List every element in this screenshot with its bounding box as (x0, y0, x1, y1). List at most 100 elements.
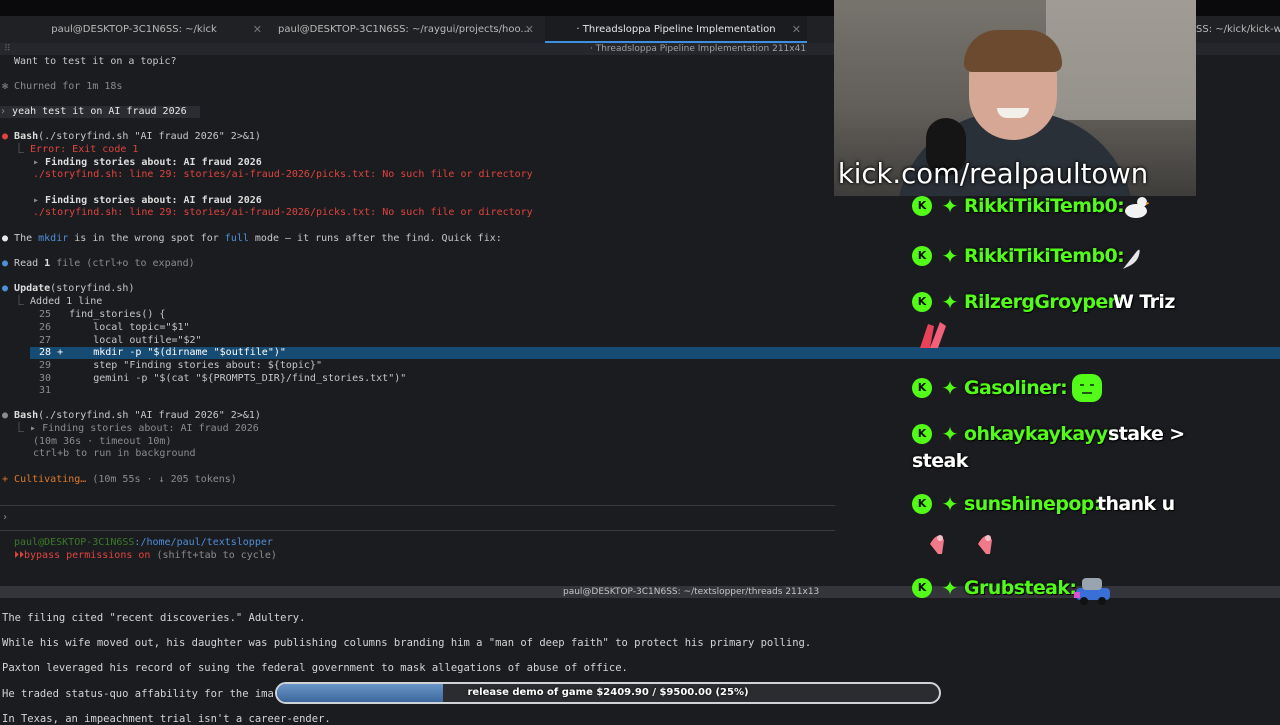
close-icon[interactable]: ✕ (253, 16, 262, 43)
bypass-status: ⏵⏵bypass permissions on (shift+tab to cy… (14, 550, 277, 562)
tab-label: paul@DESKTOP-3C1N6SS: ~/kick (51, 24, 217, 35)
code-line-added: 28 + mkdir -p "$(dirname "$outfile")" (39, 347, 286, 359)
chat-message: K ✦ sunshinepop: thank u (912, 490, 1272, 554)
chat-text: stake > (1108, 423, 1185, 445)
user-prompt-text: yeah test it on AI fraud 2026 (12, 106, 187, 117)
line-number: 27 (39, 335, 52, 346)
chat-message: K ✦ Gasoliner: (912, 374, 1272, 402)
find-line-1: ▸ Finding stories about: AI fraud 2026 (33, 157, 262, 169)
text: The (14, 233, 39, 244)
code-text: gemini -p "$(cat "${PROMPTS_DIR}/find_st… (69, 373, 407, 384)
output-line: He traded status-quo affability for the … (2, 688, 274, 700)
error-line-2: ./storyfind.sh: line 29: stories/ai-frau… (33, 207, 533, 218)
cultivating-text: Cultivating… (14, 474, 87, 485)
chat-text: W Triz (1113, 291, 1175, 313)
status-dot-icon: ● (2, 283, 15, 294)
donation-goal-label: release demo of game $2409.90 / $9500.00… (467, 687, 749, 698)
tab-raygui[interactable]: paul@DESKTOP-3C1N6SS: ~/raygui/projects/… (268, 16, 540, 43)
chat-username: RikkiTikiTemb0: (964, 245, 1125, 267)
code-text: local topic="$1" (69, 322, 190, 333)
code-line: 31 (39, 385, 51, 397)
code-line: 30 gemini -p "$(cat "${PROMPTS_DIR}/find… (39, 373, 406, 385)
kick-badge-icon: K (912, 246, 932, 266)
code-line: 25 find_stories() { (39, 309, 165, 321)
shell-user: paul@DESKTOP-3C1N6SS (14, 537, 135, 548)
status-dot-icon: ● (2, 410, 15, 421)
line-number: 30 (39, 373, 52, 384)
kick-badge-icon: K (912, 424, 932, 444)
bash2-find: ⎿ ▸ Finding stories about: AI fraud 2026 (14, 423, 259, 435)
input-divider-top (0, 505, 835, 506)
chat-username: ohkaykaykayy: (964, 423, 1115, 445)
output-line: The filing cited "recent discoveries." A… (2, 612, 306, 624)
clapping-hands-emote-icon (920, 322, 946, 348)
tab-threadsloppa[interactable]: · Threadsloppa Pipeline Implementation ✕ (545, 16, 807, 43)
close-icon[interactable]: ✕ (525, 16, 534, 43)
spinner-icon: + (2, 474, 15, 485)
chat-username: sunshinepop: (964, 493, 1101, 515)
output-line: While his wife moved out, his daughter w… (2, 637, 812, 649)
tab-kick[interactable]: paul@DESKTOP-3C1N6SS: ~/kick ✕ (0, 16, 268, 43)
feather-emote-icon (1123, 249, 1140, 269)
tree-branch-icon: ⎿ (14, 296, 31, 307)
bypass-hint: (shift+tab to cycle) (150, 550, 277, 561)
line-number: 25 (39, 309, 52, 320)
chat-overlay: K ✦ RikkiTikiTemb0: K ✦ RikkiTikiTemb0: … (912, 190, 1272, 620)
sparkle-badge-icon: ✦ (941, 194, 959, 218)
pane-title: paul@DESKTOP-3C1N6SS: ~/textslopper/thre… (563, 587, 820, 597)
error-text: Error: Exit code 1 (30, 144, 139, 155)
tool-args: (./storyfind.sh "AI fraud 2026" 2>&1) (38, 131, 261, 142)
assistant-question: Want to test it on a topic? (14, 56, 177, 67)
code-text: find_stories() { (69, 309, 166, 320)
text: mode — it runs after the find. Quick fix… (248, 233, 502, 244)
line-number: 28 (39, 347, 52, 358)
added-text: Added 1 line (30, 296, 103, 307)
error-line-1: ./storyfind.sh: line 29: stories/ai-frau… (33, 169, 533, 180)
bypass-label: bypass permissions on (24, 550, 151, 561)
cultivating-status: + Cultivating… (10m 55s · ↓ 205 tokens) (2, 474, 237, 486)
chat-message: K ✦ ohkaykaykayy: stake > steak (912, 420, 1272, 472)
assistant-explanation: ● The mkdir is in the wrong spot for ful… (2, 233, 502, 245)
code-line: 26 local topic="$1" (39, 322, 190, 334)
kick-badge-icon: K (912, 578, 932, 598)
update-call: ● Update(storyfind.sh) (2, 283, 134, 295)
tree-branch-icon: ⎿ ▸ (14, 423, 43, 434)
diff-plus-marker: + (57, 347, 64, 358)
input-divider-bottom (0, 530, 835, 531)
sparkle-badge-icon: ✦ (941, 492, 959, 516)
input-cursor[interactable]: › (2, 512, 8, 524)
chat-message: K ✦ RikkiTikiTemb0: (912, 192, 1272, 220)
line-number: 31 (39, 385, 52, 396)
shell-path: :/home/paul/textslopper (134, 537, 273, 548)
kick-badge-icon: K (912, 196, 932, 216)
spark-icon: ✻ (2, 81, 15, 92)
output-line: In Texas, an impeachment trial isn't a c… (2, 713, 331, 725)
bash-error: ⎿ Error: Exit code 1 (14, 144, 138, 156)
chat-text: thank u (1097, 493, 1175, 515)
read-file-line: ● Read 1 file (ctrl+o to expand) (2, 258, 195, 270)
bypass-icon: ⏵⏵ (14, 550, 24, 561)
status-dot-icon: ● (2, 258, 15, 269)
grip-icon[interactable]: ⠿ (4, 43, 11, 55)
chat-message: K ✦ RikkiTikiTemb0: (912, 242, 1272, 270)
streamer-hair (964, 30, 1062, 72)
churned-status: ✻ Churned for 1m 18s (2, 81, 122, 93)
bullet-icon: ● (2, 233, 15, 244)
birds-emote-icon (930, 535, 992, 554)
line-number: 29 (39, 360, 52, 371)
close-icon[interactable]: ✕ (792, 16, 801, 41)
chat-username: RikkiTikiTemb0: (964, 195, 1125, 217)
bash-call-2: ● Bash(./storyfind.sh "AI fraud 2026" 2>… (2, 410, 261, 422)
find-line-2: ▸ Finding stories about: AI fraud 2026 (33, 195, 262, 207)
sparkle-badge-icon: ✦ (941, 576, 959, 600)
tab-label: SS: ~/kick/kick-w (1196, 24, 1280, 35)
text: is in the wrong spot for (68, 233, 225, 244)
tool-name: Bash (14, 410, 39, 421)
update-summary: ⎿ Added 1 line (14, 296, 102, 308)
bash2-bg-hint: ctrl+b to run in background (33, 448, 196, 459)
user-prompt: › yeah test it on AI fraud 2026 (0, 106, 200, 118)
terminal-pane-main[interactable]: Want to test it on a topic? ✻ Churned fo… (0, 55, 1280, 530)
pane-title: · Threadsloppa Pipeline Implementation 2… (590, 44, 807, 54)
kick-badge-icon: K (912, 494, 932, 514)
find-text: Finding stories about: AI fraud 2026 (42, 423, 259, 434)
